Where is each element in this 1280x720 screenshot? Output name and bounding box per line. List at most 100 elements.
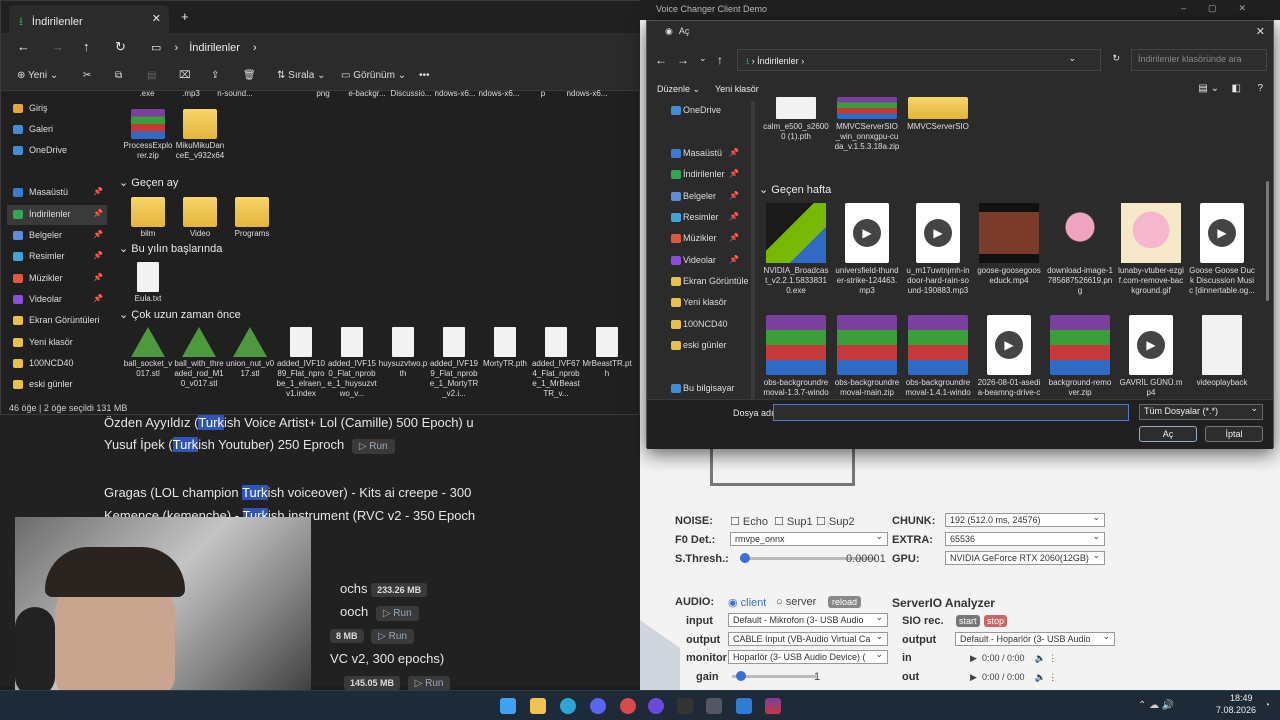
new-tab-button[interactable]: + bbox=[181, 9, 189, 24]
files-scrollbar[interactable] bbox=[1266, 181, 1269, 301]
slider-thumb[interactable] bbox=[740, 553, 750, 563]
file-item[interactable]: added_IVF1089_Flat_nprobe_1_elraen_v1.in… bbox=[276, 327, 326, 399]
extra-select[interactable]: 65536 bbox=[945, 532, 1105, 546]
file-item[interactable]: Programs bbox=[227, 197, 277, 239]
group-last-week[interactable]: ⌄ Geçen hafta bbox=[759, 183, 831, 196]
dialog-address-bar[interactable]: ⭳ › İndirilenler › ⌄ ↻ bbox=[737, 49, 1120, 71]
dialog-sidebar-item[interactable]: 100NCD40 bbox=[651, 315, 743, 335]
dialog-sidebar-item[interactable]: Ekran Görüntüle bbox=[651, 272, 749, 292]
file-item[interactable]: ▶ universfield-thunder-strike-124463.mp3 bbox=[834, 203, 900, 296]
open-button[interactable]: Aç bbox=[1139, 426, 1197, 442]
start-button[interactable]: start bbox=[956, 615, 980, 627]
sidebar-item[interactable]: Yeni klasör bbox=[7, 333, 107, 353]
sup2-checkbox[interactable]: ☐ Sup2 bbox=[816, 515, 855, 528]
view-options-icon[interactable]: ▤ ⌄ bbox=[1198, 83, 1219, 94]
up-arrow-icon[interactable]: ↑ bbox=[717, 53, 723, 67]
file-item[interactable]: ProcessExplorer.zip bbox=[123, 109, 173, 161]
dialog-search-input[interactable]: İndirilenler klasöründe ara bbox=[1131, 49, 1267, 71]
sidebar-scrollbar[interactable] bbox=[751, 101, 755, 401]
terminal-icon[interactable] bbox=[677, 698, 693, 714]
file-item[interactable]: huysuzvtwo.pth bbox=[378, 327, 428, 379]
cancel-button[interactable]: İptal bbox=[1205, 426, 1263, 442]
delete-icon[interactable]: 🗑 bbox=[243, 70, 256, 81]
input-device-select[interactable]: Default - Mikrofon (3- USB Audio bbox=[728, 613, 888, 627]
file-name-cut[interactable]: ndows-x6... bbox=[565, 89, 609, 99]
run-button[interactable]: ▷ Run bbox=[375, 606, 419, 621]
sidebar-item[interactable]: Videolar 📌 bbox=[7, 290, 107, 310]
file-item[interactable]: videoplayback bbox=[1189, 315, 1255, 388]
rename-icon[interactable]: ⌧ bbox=[179, 70, 191, 81]
refresh-icon[interactable]: ↻ bbox=[115, 39, 126, 55]
gpu-select[interactable]: NVIDIA GeForce RTX 2060(12GB) bbox=[945, 551, 1105, 565]
client-radio[interactable]: ◉ client bbox=[728, 596, 766, 609]
file-item[interactable]: lunaby-vtuber-ezgif.com-remove-backgroun… bbox=[1118, 203, 1184, 296]
file-type-select[interactable]: Tüm Dosyalar (*.*) bbox=[1139, 404, 1263, 420]
file-item[interactable]: MMVCServerSIO bbox=[905, 97, 971, 132]
sup1-checkbox[interactable]: ☐ Sup1 bbox=[774, 515, 813, 528]
audio-player-in[interactable]: ▶ 0:00 / 0:00 🔈 ⋮ bbox=[970, 653, 1057, 664]
sidebar-item[interactable]: Galeri bbox=[7, 120, 107, 140]
sidebar-item[interactable]: OneDrive bbox=[7, 141, 107, 161]
chevron-down-icon[interactable]: ⌄ bbox=[1068, 53, 1076, 64]
share-icon[interactable]: ⇪ bbox=[211, 70, 219, 81]
file-item[interactable]: ▶ GAVRİL GÜNÜ.mp4 bbox=[1118, 315, 1184, 397]
stop-button[interactable]: stop bbox=[984, 615, 1008, 627]
dialog-sidebar-item[interactable]: İndirilenler 📌 bbox=[651, 165, 743, 185]
file-name-cut[interactable]: e-backgr... bbox=[345, 89, 389, 99]
settings-icon[interactable] bbox=[706, 698, 722, 714]
paste-icon[interactable]: ▤ bbox=[147, 70, 156, 81]
forward-arrow-icon[interactable]: → bbox=[677, 53, 689, 67]
file-name-cut[interactable]: n-sound... bbox=[213, 89, 257, 99]
filename-input[interactable] bbox=[773, 404, 1129, 421]
dialog-sidebar-item[interactable]: Resimler 📌 bbox=[651, 208, 743, 228]
sidebar-item[interactable]: Giriş bbox=[7, 99, 107, 119]
file-item[interactable]: MikuMikuDanceE_v932x64 bbox=[175, 109, 225, 161]
group-long-ago[interactable]: ⌄ Çok uzun zaman önce bbox=[119, 308, 241, 321]
start-icon[interactable] bbox=[500, 698, 516, 714]
back-arrow-icon[interactable]: ← bbox=[17, 39, 30, 54]
file-name-cut[interactable]: p bbox=[521, 89, 565, 99]
server-radio[interactable]: ○ server bbox=[776, 596, 816, 608]
address-bar[interactable]: ▭ › İndirilenler › bbox=[141, 37, 631, 59]
chrome-icon[interactable] bbox=[620, 698, 636, 714]
run-button[interactable]: ▷ Run bbox=[407, 676, 451, 691]
file-item[interactable]: bilm bbox=[123, 197, 173, 239]
view-button[interactable]: ▭ Görünüm ⌄ bbox=[341, 70, 406, 81]
dialog-sidebar-item[interactable]: OneDrive bbox=[651, 101, 743, 121]
sort-button[interactable]: ⇅ Sırala ⌄ bbox=[277, 70, 325, 81]
echo-checkbox[interactable]: ☐ Echo bbox=[730, 515, 768, 528]
sidebar-item[interactable]: Ekran Görüntüleri bbox=[7, 311, 107, 331]
close-icon[interactable]: ✕ bbox=[1256, 25, 1265, 38]
file-item[interactable]: added_IVF674_Flat_nprobe_1_MrBeastTR_v..… bbox=[531, 327, 581, 399]
f0-select[interactable]: rmvpe_onnx bbox=[730, 532, 888, 546]
file-explorer-icon[interactable] bbox=[530, 698, 546, 714]
forward-arrow-icon[interactable]: → bbox=[51, 39, 64, 54]
file-item[interactable]: added_IVF150_Flat_nprobe_1_huysuzvtwo_v.… bbox=[327, 327, 377, 399]
window-controls[interactable]: –▢✕ bbox=[1181, 3, 1268, 14]
file-item[interactable]: NVIDIA_Broadcast_v2.2.1.58338310.exe bbox=[763, 203, 829, 296]
sidebar-item[interactable]: Masaüstü 📌 bbox=[7, 183, 107, 203]
file-name-cut[interactable]: png bbox=[301, 89, 345, 99]
breadcrumb-downloads[interactable]: İndirilenler bbox=[757, 56, 799, 66]
preview-pane-icon[interactable]: ◧ bbox=[1232, 83, 1241, 94]
more-options-button[interactable]: ••• bbox=[419, 70, 430, 81]
dialog-sidebar-item[interactable]: eski günler bbox=[651, 336, 743, 356]
file-item[interactable]: Eula.txt bbox=[123, 262, 173, 304]
help-icon[interactable]: ? bbox=[1257, 83, 1263, 94]
notification-icon[interactable]: ◔ bbox=[1264, 700, 1270, 711]
sidebar-item[interactable]: Belgeler 📌 bbox=[7, 226, 107, 246]
dialog-sidebar-item[interactable]: Bu bilgisayar bbox=[651, 379, 743, 399]
recent-chevron-icon[interactable]: ⌄ bbox=[699, 53, 707, 64]
cut-icon[interactable]: ✂ bbox=[83, 70, 91, 81]
discord-icon[interactable] bbox=[590, 698, 606, 714]
dialog-sidebar-item[interactable]: Müzikler 📌 bbox=[651, 229, 743, 249]
file-item[interactable]: ball_socket_v017.stl bbox=[123, 327, 173, 379]
file-item[interactable]: Video bbox=[175, 197, 225, 239]
dialog-sidebar-item[interactable]: Masaüstü 📌 bbox=[651, 144, 743, 164]
file-item[interactable]: download-image-1785687526619.png bbox=[1047, 203, 1113, 296]
file-item[interactable]: union_nut_v017.stl bbox=[225, 327, 275, 379]
reload-button[interactable]: reload bbox=[828, 596, 862, 608]
gain-slider[interactable] bbox=[732, 671, 816, 681]
app-icon[interactable] bbox=[648, 698, 664, 714]
file-item[interactable]: ▶ 2026-08-01-asedia-beamng-drive-cekici-v… bbox=[976, 315, 1042, 397]
